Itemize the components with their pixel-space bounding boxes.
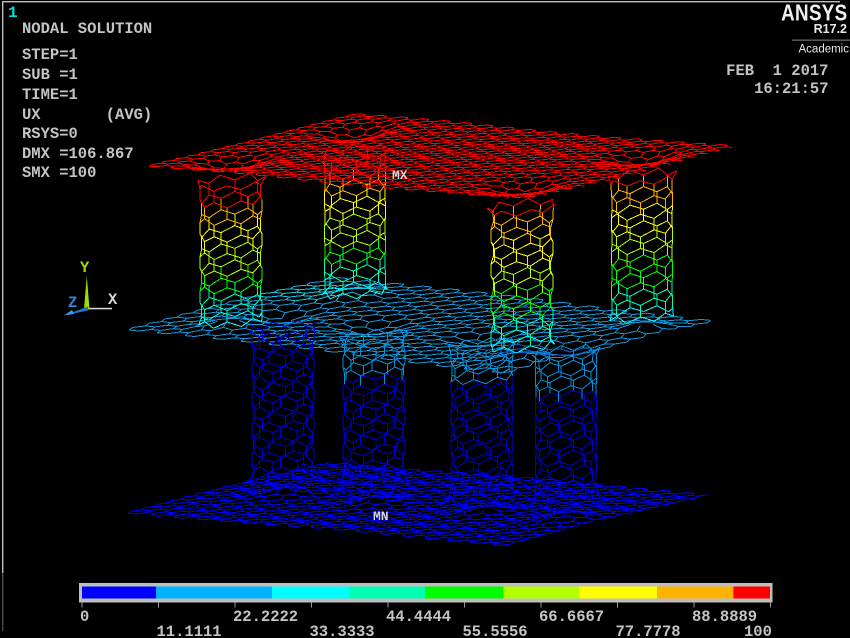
svg-text:Y: Y	[80, 259, 90, 277]
svg-text:DMX =106.867: DMX =106.867	[22, 145, 134, 163]
svg-text:SMX =100: SMX =100	[22, 164, 96, 182]
svg-text:R17.2: R17.2	[814, 22, 847, 36]
svg-text:Academic: Academic	[799, 44, 850, 56]
svg-text:FEB 1 2017: FEB 1 2017	[726, 62, 828, 80]
svg-text:SUB =1: SUB =1	[22, 66, 78, 84]
svg-text:33.3333: 33.3333	[310, 623, 375, 638]
svg-text:11.1111: 11.1111	[157, 623, 222, 638]
svg-text:TIME=1: TIME=1	[22, 86, 78, 104]
svg-text:STEP=1: STEP=1	[22, 46, 78, 64]
svg-text:1: 1	[8, 4, 18, 22]
svg-text:MN: MN	[373, 509, 389, 524]
svg-text:44.4444: 44.4444	[386, 608, 451, 626]
svg-text:22.2222: 22.2222	[233, 608, 298, 626]
svg-text:100: 100	[744, 623, 772, 638]
svg-text:77.7778: 77.7778	[616, 623, 681, 638]
svg-text:Z: Z	[68, 294, 77, 312]
svg-text:MX: MX	[392, 168, 408, 183]
svg-text:UX (AVG): UX (AVG)	[22, 106, 152, 124]
svg-text:NODAL SOLUTION: NODAL SOLUTION	[22, 20, 152, 38]
svg-text:X: X	[108, 291, 118, 309]
svg-text:66.6667: 66.6667	[539, 608, 604, 626]
svg-text:RSYS=0: RSYS=0	[22, 125, 78, 143]
svg-text:55.5556: 55.5556	[463, 623, 528, 638]
svg-text:0: 0	[80, 608, 89, 626]
svg-text:16:21:57: 16:21:57	[754, 80, 828, 98]
